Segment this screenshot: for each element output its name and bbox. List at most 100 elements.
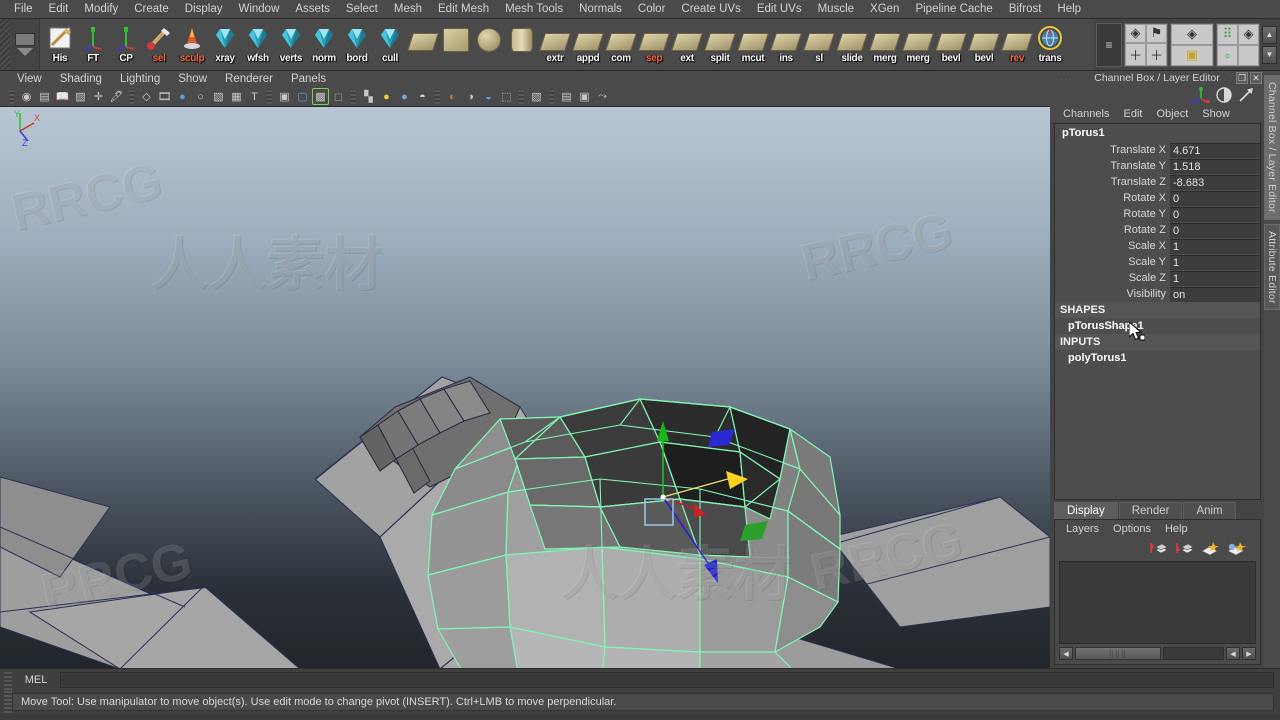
symmetry-cell[interactable]: ＋: [1146, 43, 1167, 66]
channel-value-field[interactable]: on: [1170, 286, 1260, 302]
channel-menu-channels[interactable]: Channels: [1056, 108, 1116, 120]
layer-tab-display[interactable]: Display: [1054, 502, 1118, 519]
menu-item-edit[interactable]: Edit: [41, 0, 77, 19]
menu-item-window[interactable]: Window: [230, 0, 287, 19]
resolution-gate-icon[interactable]: ✛: [90, 88, 107, 105]
channel-value-field[interactable]: 0: [1170, 222, 1260, 238]
tab-attribute-editor[interactable]: Attribute Editor: [1264, 223, 1280, 311]
light-point-icon[interactable]: ●: [378, 88, 395, 105]
channel-value-field[interactable]: 1: [1170, 238, 1260, 254]
new-layer-icon[interactable]: [1200, 540, 1220, 556]
lighting-icon[interactable]: 🖊: [108, 88, 125, 105]
menu-item-select[interactable]: Select: [338, 0, 386, 19]
channel-value-field[interactable]: 1: [1170, 270, 1260, 286]
channel-row[interactable]: Rotate X0: [1055, 190, 1260, 206]
status-bar-grip[interactable]: [4, 691, 12, 713]
smooth-box-icon[interactable]: ◻: [330, 88, 347, 105]
menu-item-file[interactable]: File: [6, 0, 41, 19]
tab-channel-box-layer-editor[interactable]: Channel Box / Layer Editor: [1264, 75, 1280, 220]
film-gate-icon[interactable]: 🎞: [156, 88, 173, 105]
title-grip-dots[interactable]: ····: [1056, 76, 1073, 83]
shelf-tool-backface-cull-icon[interactable]: cull: [374, 21, 406, 67]
channel-box-content[interactable]: pTorus1 Translate X 4.671 Translate Y 1.518…: [1054, 123, 1261, 500]
channel-section-item[interactable]: polyTorus1: [1055, 350, 1260, 366]
shelf-tool-border-icon[interactable]: bord: [341, 21, 373, 67]
layer-menu-help[interactable]: Help: [1158, 523, 1195, 535]
layer-tab-render[interactable]: Render: [1118, 502, 1183, 519]
scroll-thumb[interactable]: ⣿⣿⣿: [1075, 647, 1161, 660]
camera-icon[interactable]: ◉: [18, 88, 35, 105]
scroll-left-icon[interactable]: ◀: [1059, 647, 1073, 660]
shelf-drag-handle[interactable]: [0, 19, 10, 70]
shaded-icon[interactable]: ●: [174, 88, 191, 105]
channel-label[interactable]: Rotate Z: [1055, 224, 1170, 236]
viewport-menu-renderer[interactable]: Renderer: [216, 71, 282, 87]
channel-menu-edit[interactable]: Edit: [1116, 108, 1149, 120]
color-cell[interactable]: ⠿: [1217, 23, 1238, 45]
shelf-tool-insert-edge-loop-icon[interactable]: ins: [770, 21, 802, 67]
menu-item-assets[interactable]: Assets: [287, 0, 338, 19]
text-icon[interactable]: T: [246, 88, 263, 105]
channel-value-field[interactable]: 1.518: [1170, 158, 1260, 174]
channel-row[interactable]: Scale Y1: [1055, 254, 1260, 270]
texture-icon[interactable]: ▦: [228, 88, 245, 105]
shelf-tool-split-polygon-icon[interactable]: split: [704, 21, 736, 67]
shelf-tool-select-brush-icon[interactable]: sel: [143, 21, 175, 67]
bookmark-icon[interactable]: 📖: [54, 88, 71, 105]
menu-item-create[interactable]: Create: [126, 0, 177, 19]
channel-label[interactable]: Scale X: [1055, 240, 1170, 252]
viewport-menu-view[interactable]: View: [8, 71, 51, 87]
menu-item-xgen[interactable]: XGen: [862, 0, 907, 19]
shelf-tool-merge-vertex-icon[interactable]: merg: [869, 21, 901, 67]
shelf-tool-reverse-normals-icon[interactable]: rev: [1001, 21, 1033, 67]
xray-joints-icon[interactable]: ▧: [528, 88, 545, 105]
channel-row[interactable]: Translate X 4.671: [1055, 142, 1260, 158]
channel-label[interactable]: Rotate Y: [1055, 208, 1170, 220]
viewport-menu-shading[interactable]: Shading: [51, 71, 111, 87]
title-grip-dots[interactable]: ····: [1211, 76, 1228, 83]
menu-item-color[interactable]: Color: [630, 0, 673, 19]
menu-item-create-uvs[interactable]: Create UVs: [673, 0, 748, 19]
smooth-shade-icon[interactable]: ○: [192, 88, 209, 105]
menu-item-mesh[interactable]: Mesh: [386, 0, 430, 19]
isolate-select-icon[interactable]: ⬚: [498, 88, 515, 105]
menu-item-edit-uvs[interactable]: Edit UVs: [749, 0, 810, 19]
viewport-3d-canvas[interactable]: RRCG RRCG RRCG RRCG 人人素材 人人素材 Y X Z pers…: [0, 107, 1050, 668]
color-cell[interactable]: ▫: [1217, 45, 1238, 66]
viewport-menu-lighting[interactable]: Lighting: [111, 71, 169, 87]
new-layer-up-icon[interactable]: [1148, 540, 1168, 556]
shelf-tool-poly-sphere-icon[interactable]: [473, 21, 505, 67]
menu-item-modify[interactable]: Modify: [76, 0, 126, 19]
layer-menu-layers[interactable]: Layers: [1059, 523, 1106, 535]
channel-row[interactable]: Translate Z -8.683: [1055, 174, 1260, 190]
shelf-tool-bevel-icon[interactable]: bevl: [935, 21, 967, 67]
shelf-tool-bevel-edge-icon[interactable]: bevl: [968, 21, 1000, 67]
layer-editor-icon[interactable]: [1216, 87, 1232, 103]
new-layer-from-selected-icon[interactable]: [1226, 540, 1246, 556]
channel-label[interactable]: Scale Y: [1055, 256, 1170, 268]
shelf-tool-extrude-icon[interactable]: extr: [539, 21, 571, 67]
shelf-tool-pencil-history-icon[interactable]: His: [44, 21, 76, 67]
shelf-tool-axis-ft-icon[interactable]: FT: [77, 21, 109, 67]
component-cell[interactable]: ▣: [1171, 44, 1213, 66]
checker-icon[interactable]: ▚: [360, 88, 377, 105]
shelf-tool-poly-cube-icon[interactable]: [440, 21, 472, 67]
shelf-scroll-down-icon[interactable]: ▼: [1262, 45, 1277, 64]
scroll-forward-icon[interactable]: ▶: [1242, 647, 1256, 660]
symmetry-cell[interactable]: ＋: [1125, 43, 1146, 66]
wireframe-on-shaded-icon[interactable]: ▩: [312, 88, 329, 105]
channel-value-field[interactable]: 0: [1170, 206, 1260, 222]
share-icon[interactable]: ⤳: [594, 88, 611, 105]
close-icon[interactable]: ✕: [1250, 72, 1262, 84]
layer-list[interactable]: [1059, 561, 1256, 644]
channel-section-item[interactable]: pTorusShape1: [1055, 318, 1260, 334]
shelf-tool-sculpt-icon[interactable]: sculp: [176, 21, 208, 67]
snap-settings-box[interactable]: ≡: [1096, 22, 1122, 67]
command-line-grip[interactable]: [4, 669, 12, 690]
channel-value-field[interactable]: 0: [1170, 190, 1260, 206]
viewport-menu-show[interactable]: Show: [169, 71, 216, 87]
hw-shadow-icon[interactable]: ◑: [462, 88, 479, 105]
shelf-tool-merge-icon[interactable]: merg: [902, 21, 934, 67]
channel-menu-show[interactable]: Show: [1195, 108, 1237, 120]
light-sphere-icon[interactable]: ●: [396, 88, 413, 105]
